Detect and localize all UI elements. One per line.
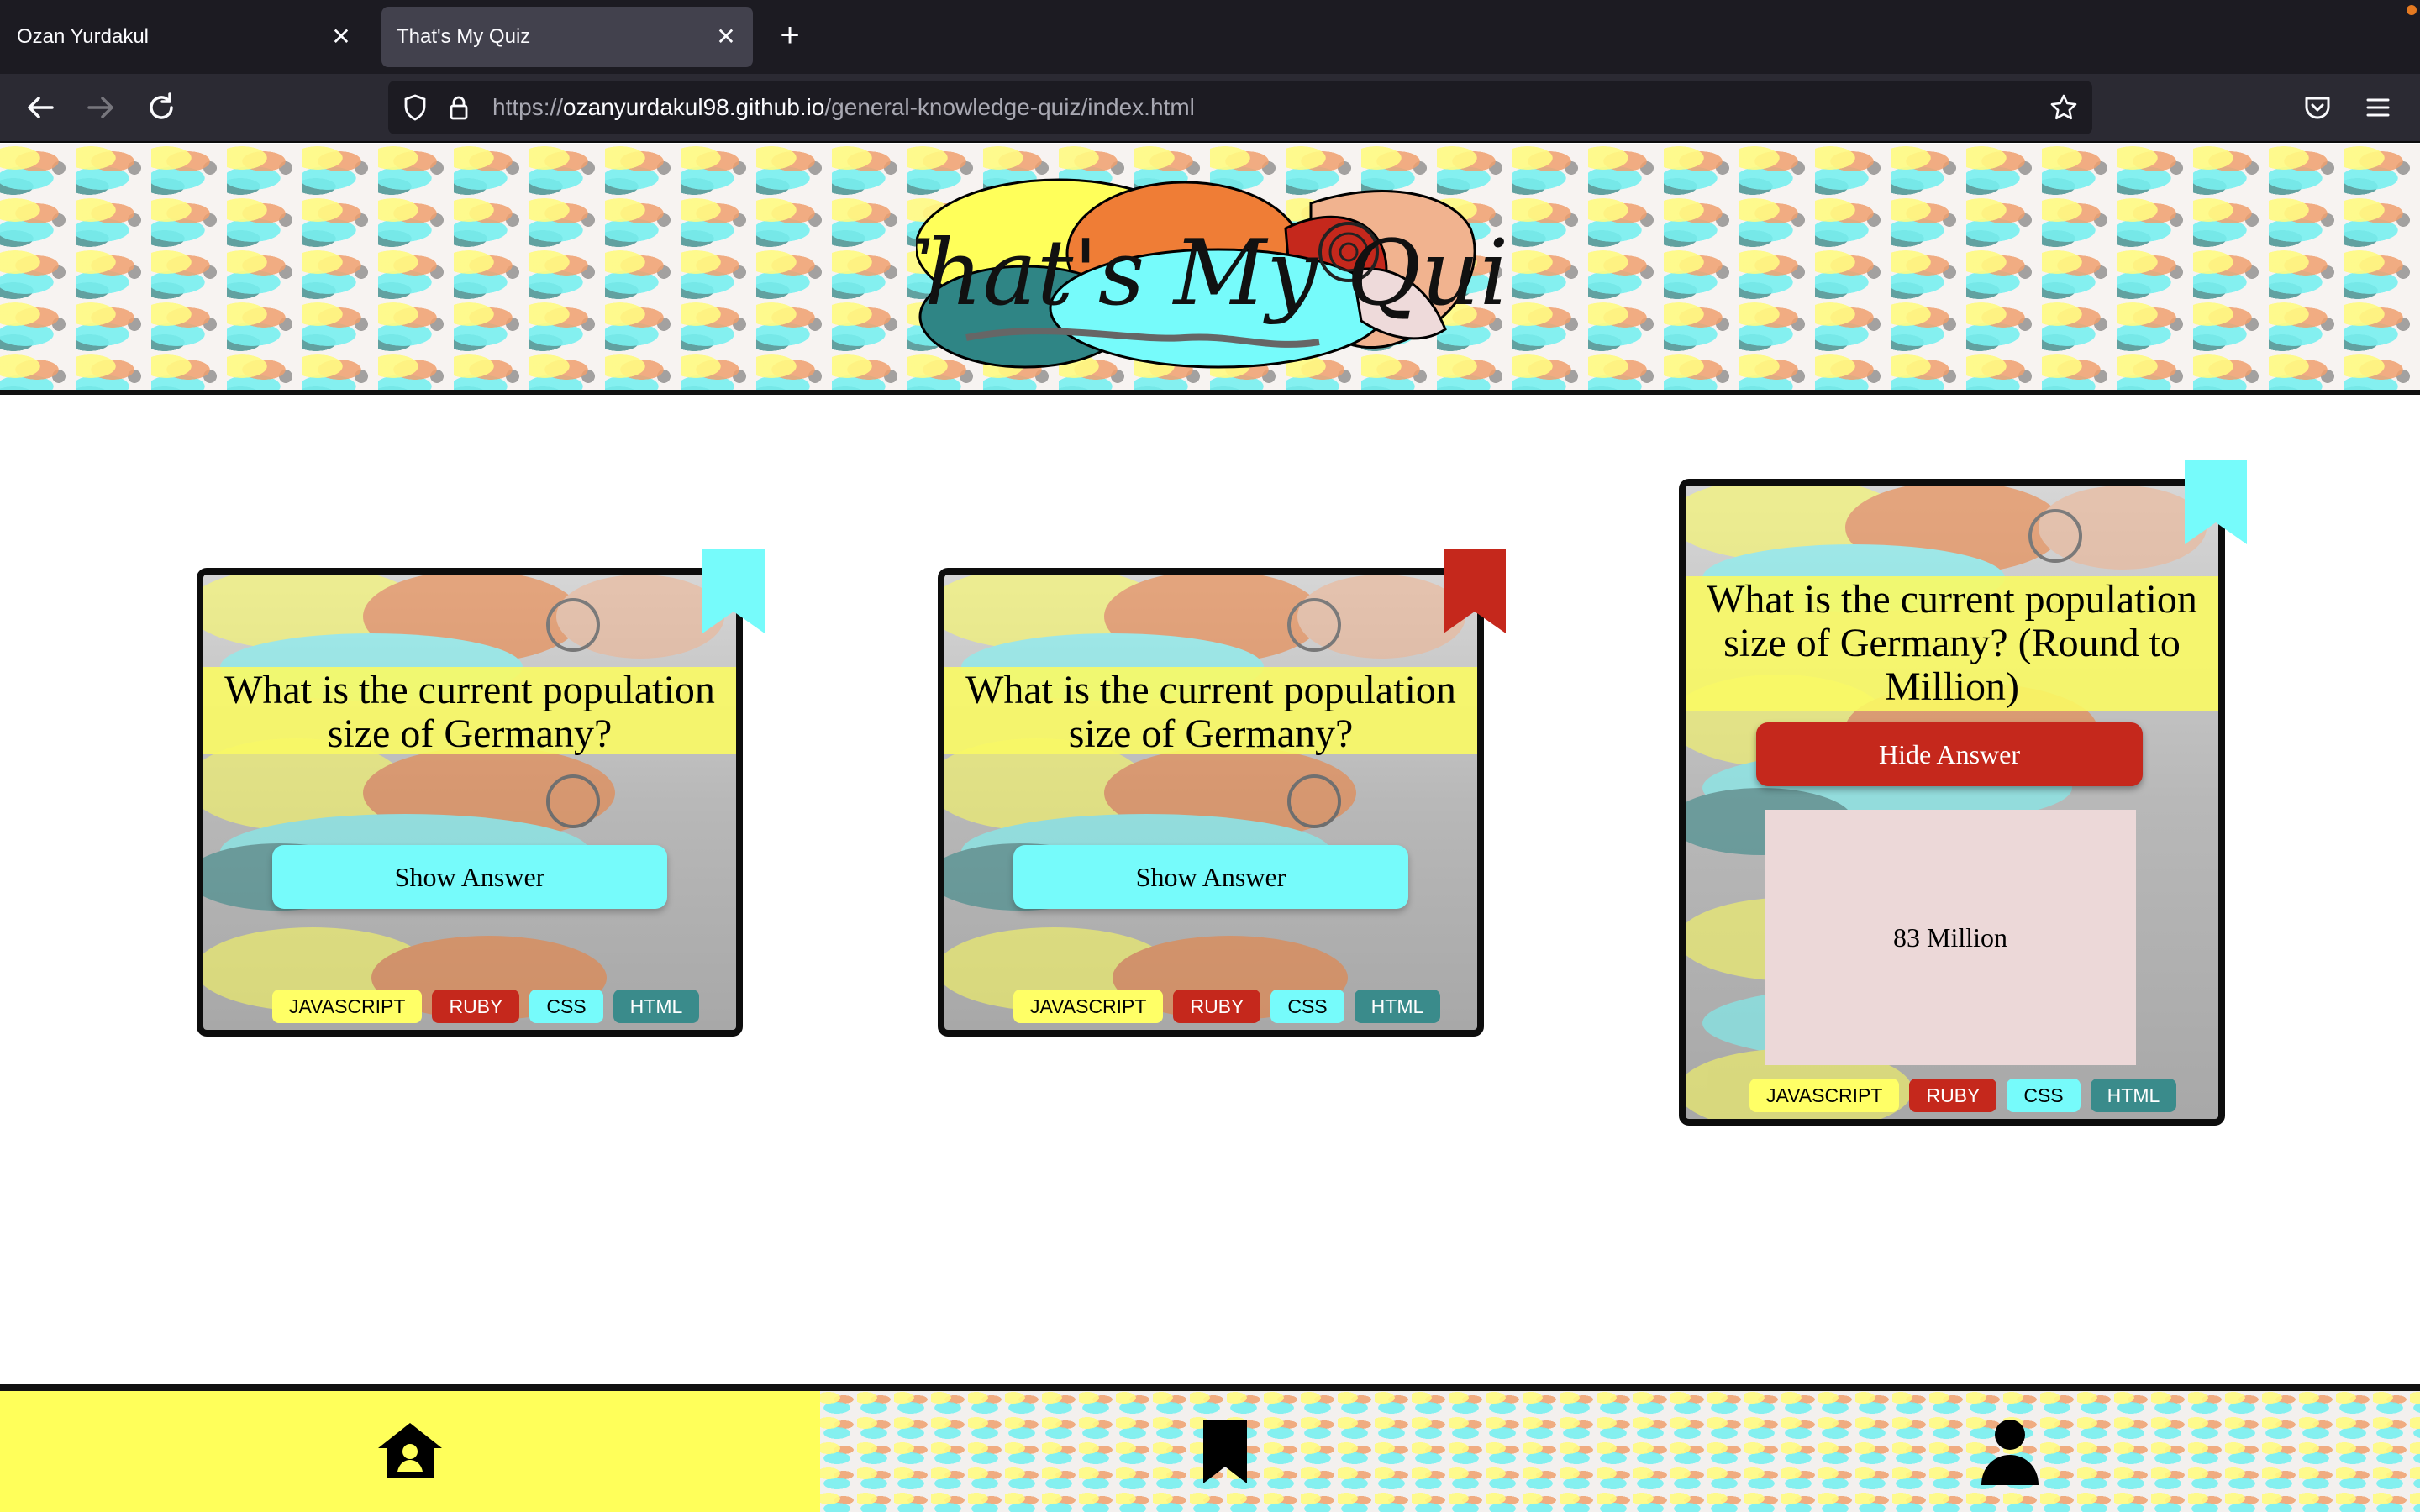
tag-html[interactable]: HTML <box>2090 1079 2177 1112</box>
menu-icon[interactable] <box>2358 87 2398 128</box>
tag-javascript[interactable]: JAVASCRIPT <box>1013 990 1164 1023</box>
tag-html[interactable]: HTML <box>613 990 700 1023</box>
tab-ozan-yurdakul[interactable]: Ozan Yurdakul ✕ <box>2 7 368 67</box>
show-answer-button[interactable]: Show Answer <box>1013 845 1408 909</box>
tag-list: JAVASCRIPT RUBY CSS HTML <box>1749 1079 2177 1112</box>
tag-javascript[interactable]: JAVASCRIPT <box>272 990 423 1023</box>
close-icon[interactable]: ✕ <box>711 22 741 52</box>
url-text[interactable]: https://ozanyurdakul98.github.io/general… <box>492 92 1195 123</box>
tab-thats-my-quiz[interactable]: That's My Quiz ✕ <box>381 7 753 67</box>
tag-css[interactable]: CSS <box>529 990 603 1023</box>
forward-arrow-icon[interactable] <box>81 87 121 128</box>
bookmark-icon[interactable] <box>1190 1416 1260 1487</box>
browser-tab-bar: Ozan Yurdakul ✕ That's My Quiz ✕ + <box>0 0 2420 74</box>
back-arrow-icon[interactable] <box>20 87 60 128</box>
lock-icon[interactable] <box>444 92 474 123</box>
tag-ruby[interactable]: RUBY <box>1909 1079 1997 1112</box>
tag-list: JAVASCRIPT RUBY CSS HTML <box>1013 990 1441 1023</box>
bookmark-icon[interactable] <box>1444 549 1506 633</box>
bookmark-icon[interactable] <box>2185 460 2247 544</box>
header-banner: That's My Quiz <box>0 144 2420 395</box>
quiz-card: What is the current population size of G… <box>197 549 765 1037</box>
quiz-card-expanded: What is the current population size of G… <box>1679 460 2247 1126</box>
tab-title: Ozan Yurdakul <box>17 25 149 48</box>
question-text: What is the current population size of G… <box>1686 576 2218 711</box>
profile-icon[interactable] <box>1975 1416 2045 1487</box>
bookmark-icon[interactable] <box>702 549 765 633</box>
pocket-icon[interactable] <box>2297 87 2338 128</box>
tag-html[interactable]: HTML <box>1354 990 1441 1023</box>
reload-icon[interactable] <box>141 87 182 128</box>
tag-list: JAVASCRIPT RUBY CSS HTML <box>272 990 700 1023</box>
notification-dot <box>2407 5 2417 15</box>
tag-css[interactable]: CSS <box>1270 990 1344 1023</box>
question-text: What is the current population size of G… <box>944 667 1477 756</box>
browser-nav-bar: https://ozanyurdakul98.github.io/general… <box>0 74 2420 143</box>
tag-ruby[interactable]: RUBY <box>432 990 520 1023</box>
close-icon[interactable]: ✕ <box>326 22 356 52</box>
tag-javascript[interactable]: JAVASCRIPT <box>1749 1079 1900 1112</box>
new-tab-icon[interactable]: + <box>771 18 808 55</box>
tab-title: That's My Quiz <box>397 25 531 48</box>
footer-pattern <box>820 1391 2420 1512</box>
card-background-art <box>944 575 1465 1020</box>
show-answer-button[interactable]: Show Answer <box>272 845 667 909</box>
hide-answer-button[interactable]: Hide Answer <box>1756 722 2143 786</box>
tag-ruby[interactable]: RUBY <box>1173 990 1261 1023</box>
url-bar[interactable]: https://ozanyurdakul98.github.io/general… <box>388 81 2092 134</box>
quiz-card: What is the current population size of G… <box>938 549 1506 1037</box>
question-text: What is the current population size of G… <box>203 667 736 756</box>
card-background-art <box>203 575 724 1020</box>
home-icon[interactable] <box>375 1416 445 1487</box>
answer-box: 83 Million <box>1765 810 2136 1065</box>
logo-text: That's My Quiz <box>916 221 1504 326</box>
tag-css[interactable]: CSS <box>2007 1079 2081 1112</box>
nav-item-home[interactable] <box>0 1391 820 1512</box>
bottom-navigation <box>0 1384 2420 1512</box>
shield-icon[interactable] <box>400 92 430 123</box>
site-logo: That's My Quiz <box>916 178 1504 369</box>
star-icon[interactable] <box>2049 92 2079 123</box>
